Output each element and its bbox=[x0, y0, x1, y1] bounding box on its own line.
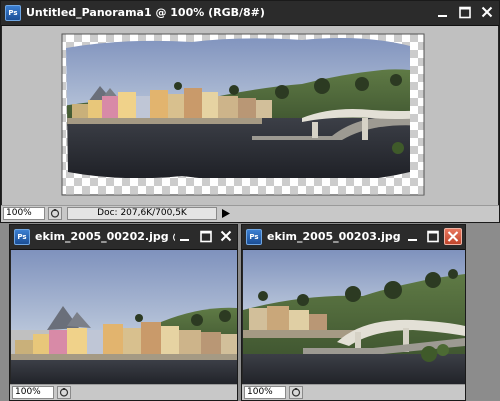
navigator-button[interactable] bbox=[57, 386, 71, 399]
close-icon bbox=[220, 230, 232, 242]
close-button[interactable] bbox=[478, 4, 496, 21]
left-photo bbox=[11, 250, 237, 386]
photoshop-icon: Ps bbox=[5, 5, 21, 21]
maximize-icon bbox=[459, 6, 471, 19]
maximize-icon bbox=[200, 230, 212, 243]
status-menu-button[interactable] bbox=[221, 208, 231, 219]
minimize-icon bbox=[408, 239, 417, 241]
close-icon bbox=[481, 6, 493, 18]
zoom-field[interactable]: 100% bbox=[3, 207, 45, 220]
horizontal-scrollbar[interactable] bbox=[233, 207, 498, 220]
right-title: ekim_2005_00203.jpg @ 1... bbox=[267, 230, 402, 243]
photoshop-icon: Ps bbox=[14, 229, 30, 245]
minimize-icon bbox=[180, 239, 189, 241]
minimize-icon bbox=[438, 15, 447, 17]
zoom-field[interactable]: 100% bbox=[12, 386, 54, 399]
right-image-window[interactable]: Ps ekim_2005_00203.jpg @ 1... bbox=[241, 224, 466, 401]
close-icon bbox=[447, 231, 459, 242]
right-canvas[interactable] bbox=[243, 250, 465, 386]
right-photo bbox=[243, 250, 465, 386]
play-arrow-icon bbox=[222, 209, 230, 218]
panorama-image bbox=[2, 26, 498, 206]
photoshop-icon: Ps bbox=[246, 229, 262, 245]
doc-size-info[interactable]: Doc: 207,6K/700,5K bbox=[67, 207, 217, 220]
zoom-field[interactable]: 100% bbox=[244, 386, 286, 399]
left-status-bar: 100% bbox=[10, 384, 237, 400]
navigator-icon bbox=[50, 209, 60, 218]
maximize-icon bbox=[427, 230, 439, 243]
right-title-bar[interactable]: Ps ekim_2005_00203.jpg @ 1... bbox=[242, 225, 465, 250]
left-title-bar[interactable]: Ps ekim_2005_00202.jpg @ 10... bbox=[10, 225, 237, 250]
left-image-window[interactable]: Ps ekim_2005_00202.jpg @ 10... bbox=[9, 224, 238, 401]
panorama-title: Untitled_Panorama1 @ 100% (RGB/8#) bbox=[26, 6, 265, 19]
maximize-button[interactable] bbox=[197, 228, 215, 245]
close-button[interactable] bbox=[444, 228, 462, 245]
close-button[interactable] bbox=[217, 228, 235, 245]
panorama-status-bar: 100% Doc: 207,6K/700,5K bbox=[1, 205, 499, 222]
maximize-button[interactable] bbox=[424, 228, 442, 245]
navigator-icon bbox=[291, 388, 301, 397]
minimize-button[interactable] bbox=[176, 228, 194, 245]
navigator-button[interactable] bbox=[48, 207, 62, 220]
right-status-bar: 100% bbox=[242, 384, 465, 400]
left-title: ekim_2005_00202.jpg @ 10... bbox=[35, 230, 175, 243]
panorama-canvas[interactable] bbox=[2, 26, 498, 206]
panorama-window[interactable]: Ps Untitled_Panorama1 @ 100% (RGB/8#) 10… bbox=[0, 0, 500, 223]
minimize-button[interactable] bbox=[404, 228, 422, 245]
navigator-icon bbox=[59, 388, 69, 397]
panorama-title-bar[interactable]: Ps Untitled_Panorama1 @ 100% (RGB/8#) bbox=[1, 1, 499, 26]
left-canvas[interactable] bbox=[11, 250, 237, 386]
navigator-button[interactable] bbox=[289, 386, 303, 399]
minimize-button[interactable] bbox=[434, 4, 452, 21]
maximize-button[interactable] bbox=[456, 4, 474, 21]
